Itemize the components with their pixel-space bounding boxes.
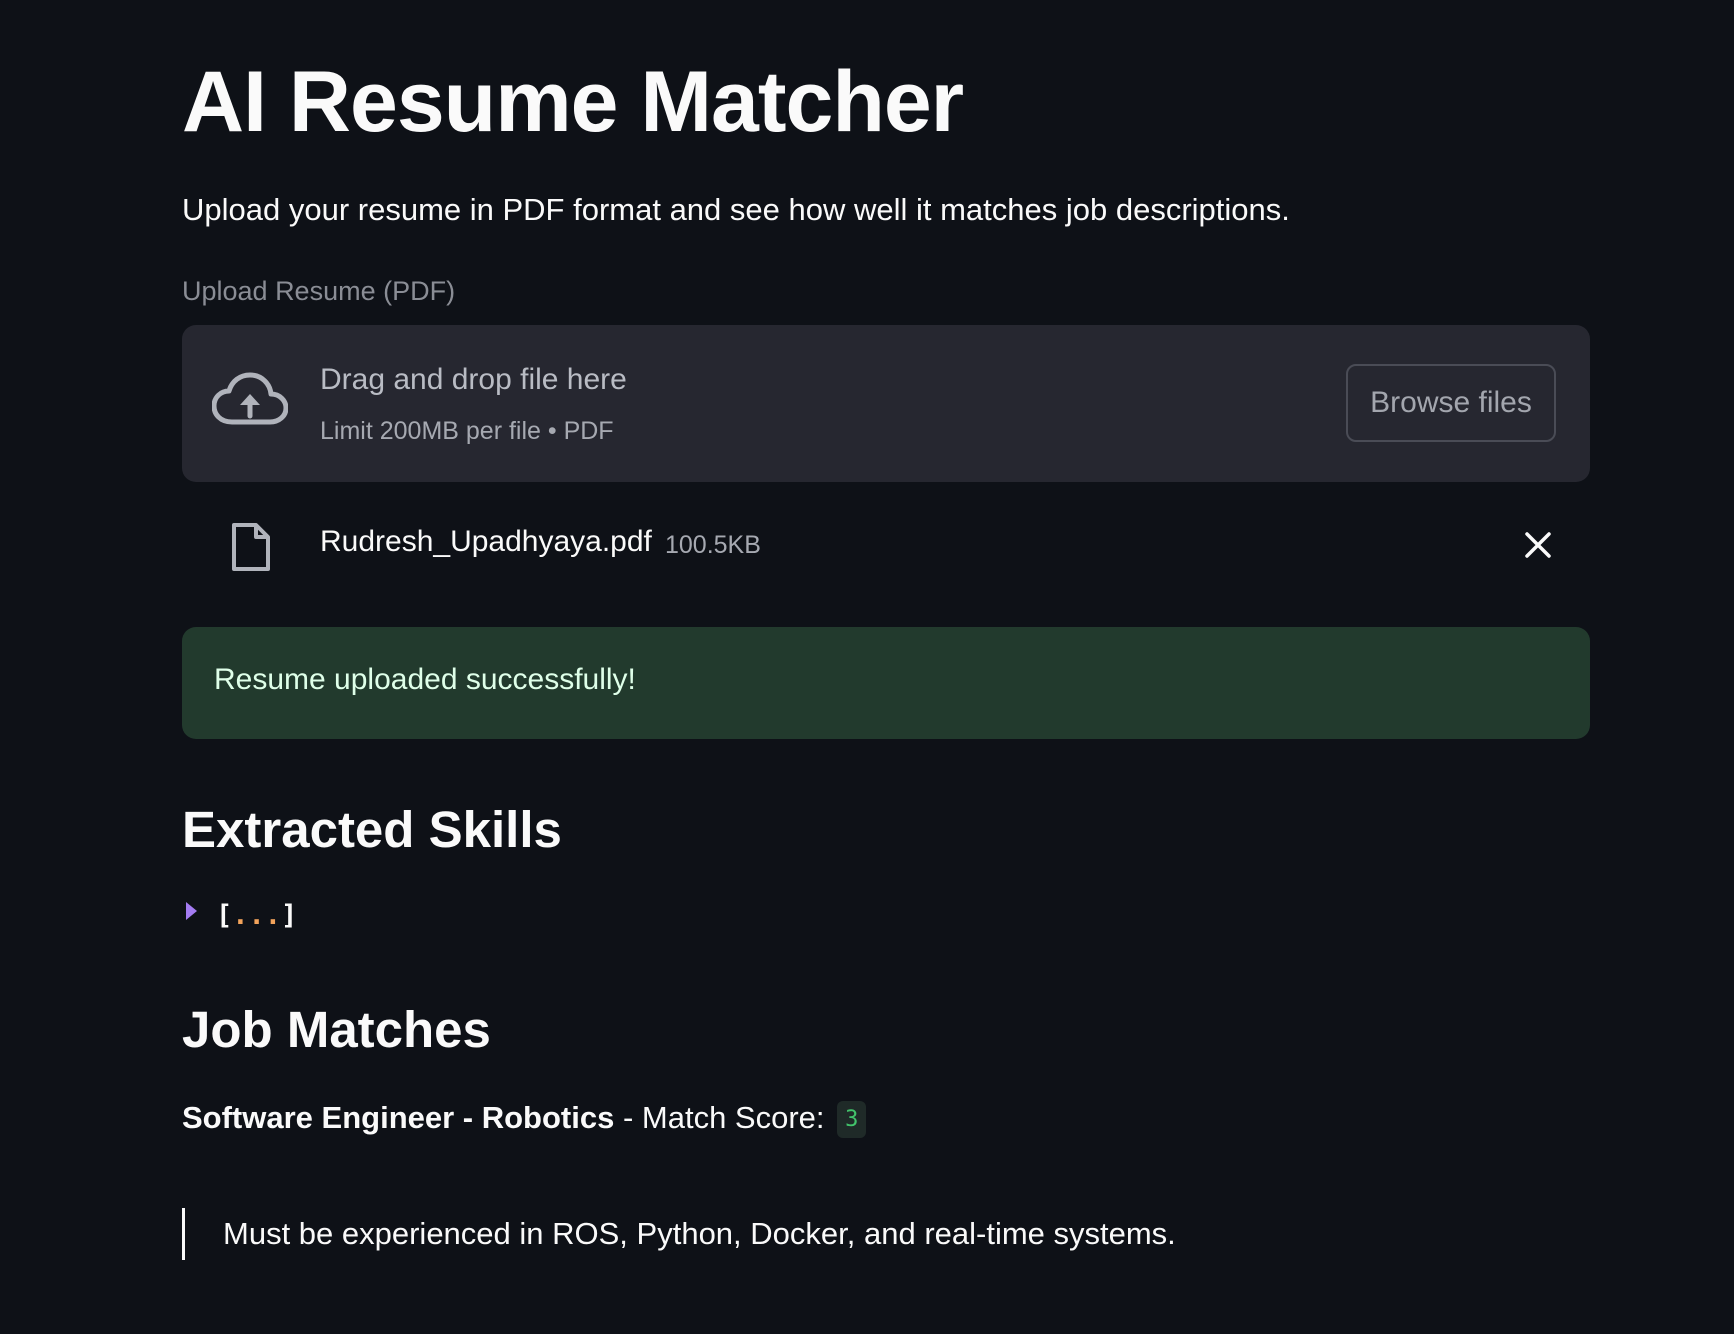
job-matches-heading: Job Matches [182,1001,491,1058]
success-alert: Resume uploaded successfully! [182,627,1590,739]
json-ellipsis: ... [232,900,282,931]
uploader-label: Upload Resume (PDF) [182,276,456,306]
success-alert-text: Resume uploaded successfully! [214,663,636,696]
page-subtitle: Upload your resume in PDF format and see… [182,192,1290,227]
cloud-upload-icon [212,372,288,425]
dropzone-limit: Limit 200MB per file • PDF [320,417,614,445]
expand-triangle-icon[interactable] [186,902,197,920]
json-close-bracket: ] [281,900,298,931]
match-score-badge: 3 [837,1101,867,1139]
match-score-label: - Match Score: [622,1100,825,1135]
json-collapsed-array: [...] [216,900,297,931]
extracted-skills-heading: Extracted Skills [182,801,562,858]
close-icon[interactable] [1518,525,1558,565]
file-icon [232,523,270,571]
uploaded-file-name: Rudresh_Upadhyaya.pdf [320,525,652,558]
job-description-quote: Must be experienced in ROS, Python, Dock… [182,1208,1176,1260]
file-dropzone[interactable]: Drag and drop file here Limit 200MB per … [182,325,1590,482]
browse-files-button[interactable]: Browse files [1346,364,1556,442]
job-title: Software Engineer - Robotics [182,1100,615,1135]
uploaded-file-row: Rudresh_Upadhyaya.pdf 100.5KB [182,505,1590,585]
job-match-item: Software Engineer - Robotics - Match Sco… [182,1100,867,1144]
dropzone-instructions: Drag and drop file here [320,363,627,396]
page-title: AI Resume Matcher [182,54,964,150]
json-open-bracket: [ [216,900,233,931]
uploaded-file-size: 100.5KB [665,531,761,559]
